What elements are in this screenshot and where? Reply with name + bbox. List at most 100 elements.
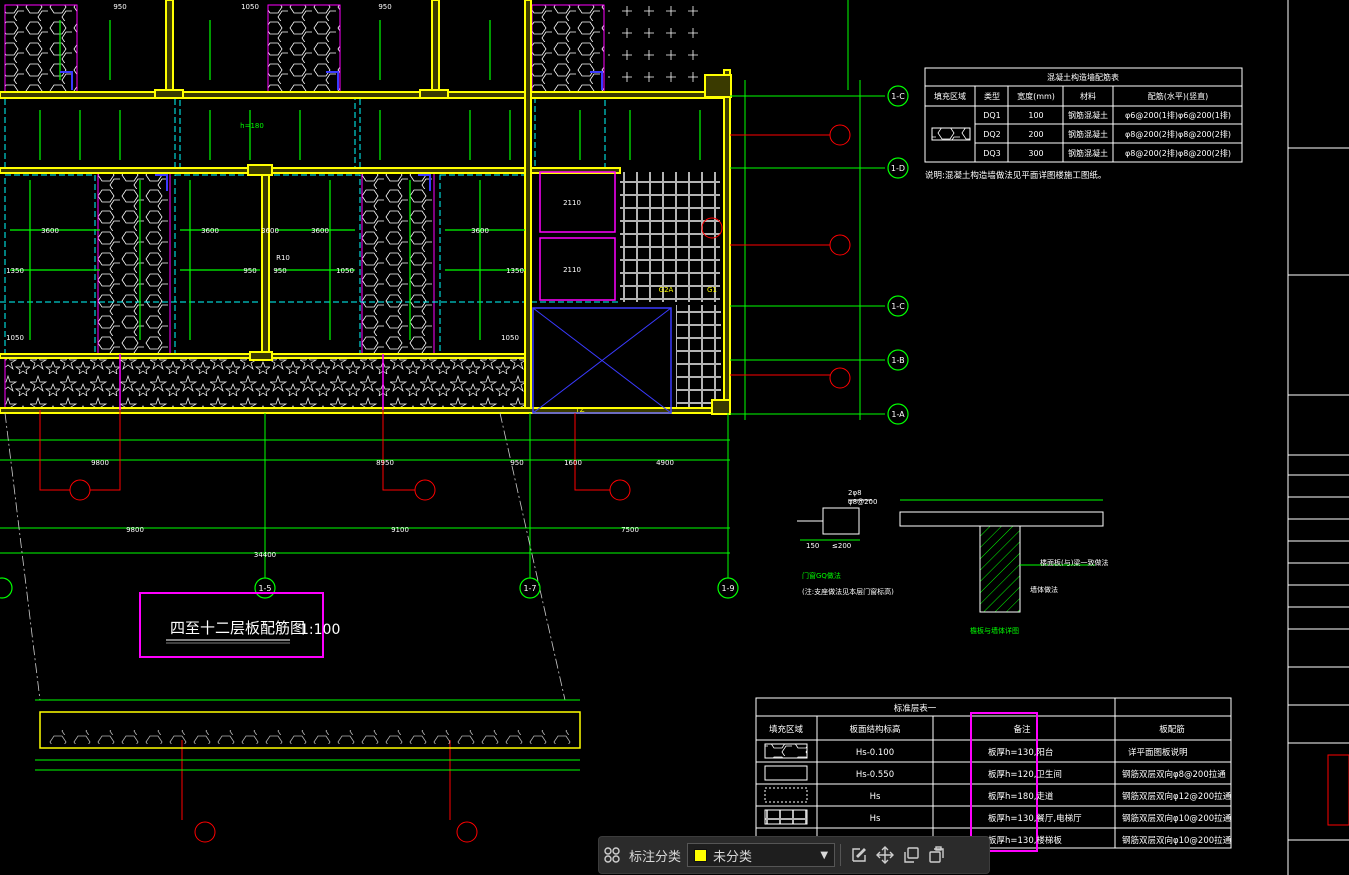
hatch-hex-region <box>4 4 78 94</box>
detail-note: 楼面板(与)梁一致做法 <box>1040 558 1108 567</box>
annotation: G1 <box>707 286 717 294</box>
section-strip <box>35 699 581 771</box>
grid-label: 1-9 <box>721 584 734 593</box>
title-block <box>1287 0 1349 875</box>
wall-rebar-table-text: 混凝土构造墙配筋表 填充区域 类型 宽度(mm) 材料 配筋(水平)(竖直) D… <box>934 72 1231 158</box>
edit-icon[interactable] <box>846 842 872 868</box>
table-cell: Hs-0.100 <box>856 748 894 758</box>
annotation-toolbar: 标注分类 未分类 ▼ <box>598 836 990 874</box>
annotation: h=180 <box>240 122 264 130</box>
table-cell: 100 <box>1028 111 1043 120</box>
dim-text: 1050 <box>241 3 259 11</box>
dim-text: 3600 <box>201 227 219 235</box>
table-cell: 板厚h=130,餐厅,电梯厅 <box>988 813 1082 824</box>
detail-note: (注:支座做法见本层门窗标高) <box>802 587 894 596</box>
dim-text: 8950 <box>376 459 394 467</box>
table-cell: φ8@200(2排)φ8@200(2排) <box>1125 129 1231 139</box>
move-icon[interactable] <box>872 842 898 868</box>
table-cell: Hs-0.550 <box>856 770 894 780</box>
table-title: 标准层表一 <box>894 703 937 714</box>
dim-text: 1600 <box>564 459 582 467</box>
grid-apps-icon[interactable] <box>599 842 625 868</box>
detail-dim: 150 <box>806 542 819 550</box>
annotation: R10 <box>276 254 290 262</box>
grid-label: 1-D <box>891 164 905 173</box>
table-cell: 钢筋双层双向φ10@200拉通 <box>1122 813 1232 824</box>
dim-text: 34400 <box>254 551 276 559</box>
dim-text: 950 <box>113 3 126 11</box>
table-cell: DQ2 <box>983 130 1001 139</box>
table-cell: 板厚h=180,走道 <box>988 791 1054 802</box>
grid-label: 1-B <box>891 356 904 365</box>
table-cell: DQ1 <box>983 111 1001 120</box>
drawing-title: 四至十二层板配筋图 <box>170 619 305 637</box>
dim-text: 9800 <box>126 526 144 534</box>
dim-text: 1350 <box>6 267 24 275</box>
annotation-category-label: 标注分类 <box>629 849 682 865</box>
hatch-hex-region <box>361 172 435 359</box>
table-header: 板面结构标高 <box>849 724 900 735</box>
dim-text: 950 <box>243 267 256 275</box>
slab-table-text: 标准层表一 填充区域 板面结构标高 备注 板配筋 Hs-0.100 板厚h=13… <box>769 703 1232 846</box>
dim-text: 2110 <box>563 199 581 207</box>
hatch-grid-region <box>676 305 721 410</box>
dim-text: 2110 <box>563 266 581 274</box>
detail-dim: φ8@200 <box>848 498 877 506</box>
dim-text: 3600 <box>41 227 59 235</box>
detail-note: 墙体做法 <box>1030 585 1058 594</box>
table-cell: 详平面图板说明 <box>1128 747 1188 758</box>
table-note: 说明:混凝土构造墙做法见平面详图楼施工图纸。 <box>925 170 1106 181</box>
table-cell: 300 <box>1028 149 1043 158</box>
dim-text: 950 <box>378 3 391 11</box>
detail-texts: 门窗GQ做法 (注:支座做法见本层门窗标高) 檐板与墙体详图 墙体做法 楼面板(… <box>802 489 1108 635</box>
table-header: 材料 <box>1080 91 1096 101</box>
table-cell: Hs <box>870 814 881 824</box>
table-title: 混凝土构造墙配筋表 <box>1047 72 1119 82</box>
hatch-hex-region <box>267 4 341 94</box>
hatch-cross-region <box>608 5 703 85</box>
table-cell: 板厚h=130,楼梯板 <box>988 835 1062 846</box>
table-header: 配筋(水平)(竖直) <box>1148 91 1208 101</box>
dim-text: 1050 <box>336 267 354 275</box>
category-select[interactable]: 未分类 ▼ <box>687 843 836 867</box>
dim-text: 4900 <box>656 459 674 467</box>
table-header: 类型 <box>984 91 1000 101</box>
table-cell: 钢筋混凝土 <box>1068 148 1108 158</box>
detail-label: 门窗GQ做法 <box>802 571 841 580</box>
table-cell: 钢筋双层双向φ10@200拉通 <box>1122 835 1232 846</box>
table-header: 板配筋 <box>1159 724 1185 735</box>
cad-drawing-canvas[interactable]: 1-C 1-D 1-C 1-B 1-A 1-5 1-7 1-9 9800 895… <box>0 0 1349 875</box>
table-cell: 200 <box>1028 130 1043 139</box>
table-cell: DQ3 <box>983 149 1001 158</box>
dim-text: 950 <box>510 459 523 467</box>
toolbar-divider <box>840 844 842 866</box>
table-cell: 钢筋双层双向φ12@200拉通 <box>1122 791 1232 802</box>
grid-label: 1-C <box>891 302 905 311</box>
detail-label: 檐板与墙体详图 <box>970 626 1019 635</box>
table-header: 备注 <box>1013 724 1031 735</box>
table-cell: φ8@200(2排)φ8@200(2排) <box>1125 148 1231 158</box>
copy-icon[interactable] <box>898 842 924 868</box>
dim-text: 1350 <box>506 267 524 275</box>
paste-icon[interactable] <box>924 842 950 868</box>
table-cell: 钢筋双层双向φ8@200拉通 <box>1122 769 1226 780</box>
table-cell: 板厚h=120,卫生间 <box>988 769 1062 780</box>
annotation: TZ <box>574 406 584 414</box>
dim-text: 9800 <box>91 459 109 467</box>
grid-label: 1-A <box>891 410 905 419</box>
dim-text: 1050 <box>501 334 519 342</box>
elevator-shaft <box>532 307 672 414</box>
table-header: 填充区域 <box>769 724 804 735</box>
hatch-hex-region <box>531 4 605 94</box>
table-header: 宽度(mm) <box>1017 91 1055 101</box>
grid-label: 1-C <box>891 92 905 101</box>
table-cell: φ6@200(1排)φ6@200(1排) <box>1125 110 1231 120</box>
category-color-swatch <box>694 848 708 862</box>
hatch-grid-region <box>620 172 720 302</box>
hatch-star-region <box>4 356 528 411</box>
grid-label: 1-5 <box>258 584 271 593</box>
hatch-hex-region <box>97 172 171 359</box>
dim-text: 3600 <box>261 227 279 235</box>
table-header: 填充区域 <box>934 91 966 101</box>
detail-dim: 2φ8 <box>848 489 862 497</box>
